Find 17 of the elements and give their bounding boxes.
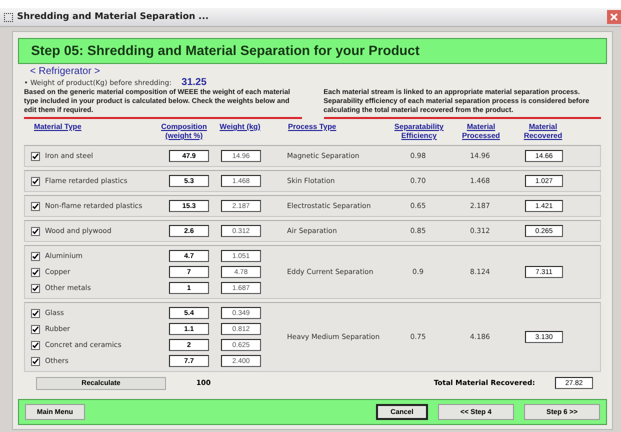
window-title: Shredding and Material Separation ... [17, 12, 210, 22]
checkbox[interactable] [31, 176, 40, 186]
weight-value: 31.25 [182, 77, 207, 88]
checkbox[interactable] [31, 152, 40, 160]
checkbox[interactable] [31, 308, 40, 318]
checkbox[interactable] [31, 202, 40, 210]
checkbox[interactable] [31, 284, 40, 292]
product-name: < Refrigerator > [29, 66, 102, 77]
window-icon [4, 12, 13, 22]
checkbox[interactable] [31, 252, 40, 260]
checkbox[interactable] [31, 340, 40, 350]
checkbox[interactable] [31, 324, 40, 334]
close-button[interactable] [607, 10, 621, 24]
step-header: Step 05: Shredding and Material Separation for your Product [18, 38, 607, 64]
checkbox[interactable] [31, 268, 40, 276]
checkbox[interactable] [31, 226, 40, 236]
checkbox[interactable] [31, 356, 40, 366]
